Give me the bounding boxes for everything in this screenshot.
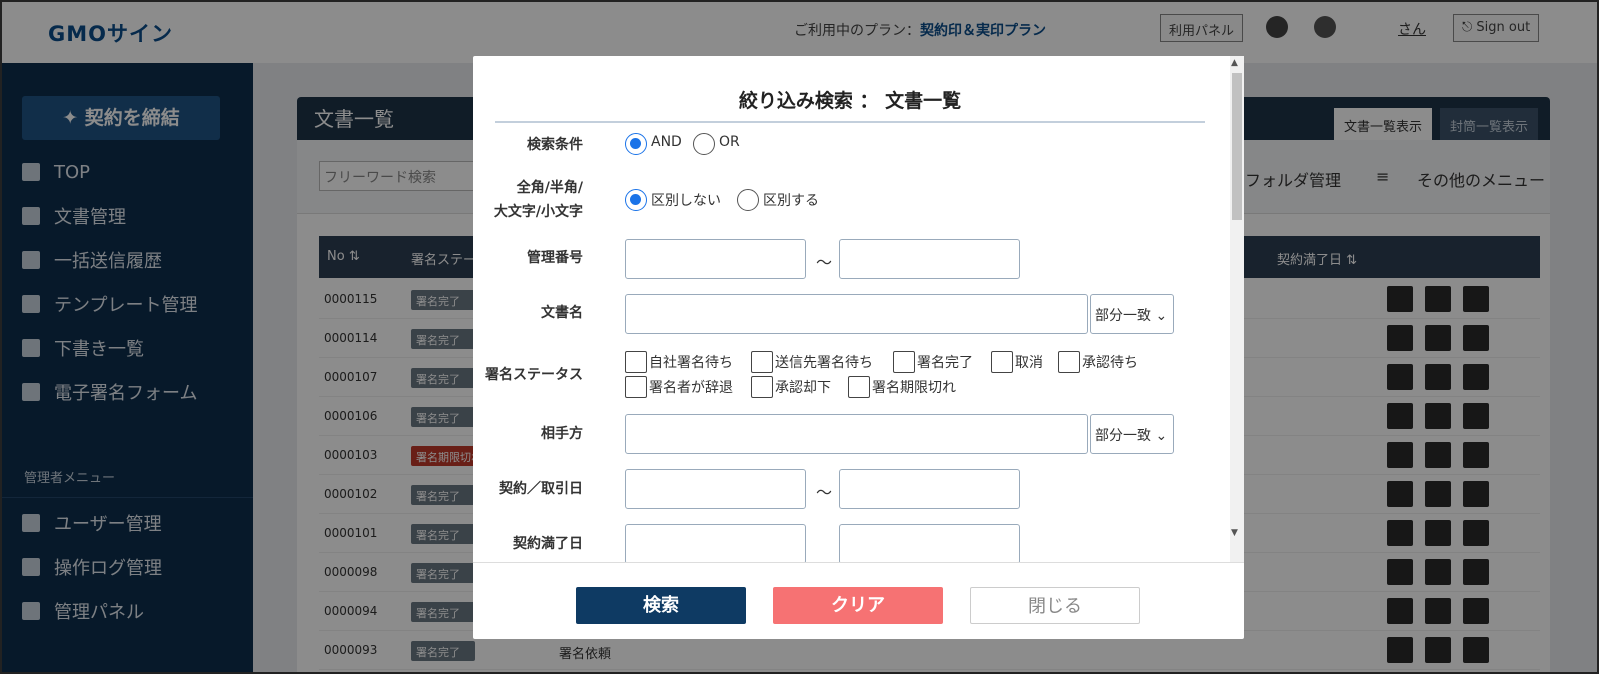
sign-status-label: 署名ステータス — [485, 367, 583, 383]
checkbox-label: 署名者が辞退 — [649, 380, 733, 396]
partner-input[interactable] — [625, 414, 1088, 454]
filter-search-modal: 絞り込み検索 ： 文書一覧 検索条件 AND OR 全角/半角/ 大文字/小文字… — [473, 56, 1244, 639]
search-button[interactable]: 検索 — [576, 587, 746, 624]
partner-label: 相手方 — [541, 426, 583, 442]
radio-distinguish[interactable] — [737, 189, 759, 211]
modal-footer: 検索 クリア 閉じる — [473, 562, 1244, 639]
contract-date-to-input[interactable] — [839, 469, 1020, 509]
modal-scroll-area: 絞り込み検索 ： 文書一覧 検索条件 AND OR 全角/半角/ 大文字/小文字… — [473, 56, 1244, 562]
checkbox-approval-rejected[interactable] — [751, 376, 773, 398]
manage-no-from-input[interactable] — [625, 239, 806, 279]
expiry-date-to-input[interactable] — [839, 524, 1020, 562]
checkbox-recipient-sign-pending[interactable] — [751, 351, 773, 373]
checkbox-label: 自社署名待ち — [649, 355, 733, 371]
radio-or[interactable] — [693, 133, 715, 155]
width-case-label-line1: 全角/半角/ — [516, 180, 583, 196]
radio-or-label: OR — [719, 134, 740, 150]
match-select-value: 部分一致 — [1095, 308, 1151, 324]
checkbox-approval-pending[interactable] — [1058, 351, 1080, 373]
modal-title-divider — [495, 121, 1205, 123]
match-select-value: 部分一致 — [1095, 428, 1151, 444]
close-button[interactable]: 閉じる — [970, 587, 1140, 624]
checkbox-cancelled[interactable] — [991, 351, 1013, 373]
scroll-up-arrow-icon[interactable]: ▲ — [1231, 58, 1238, 68]
checkbox-label: 署名期限切れ — [872, 380, 956, 396]
manage-no-to-input[interactable] — [839, 239, 1020, 279]
scroll-down-arrow-icon[interactable]: ▼ — [1231, 528, 1238, 538]
checkbox-signer-declined[interactable] — [625, 376, 647, 398]
checkbox-sign-expired[interactable] — [848, 376, 870, 398]
range-tilde: ～ — [816, 483, 833, 502]
expiry-date-label: 契約満了日 — [513, 536, 583, 552]
clear-button[interactable]: クリア — [773, 587, 943, 624]
partner-match-select[interactable]: 部分一致 ⌄ — [1090, 414, 1174, 454]
checkbox-label: 取消 — [1015, 355, 1043, 371]
doc-name-label: 文書名 — [541, 305, 583, 321]
checkbox-sign-complete[interactable] — [893, 351, 915, 373]
condition-label: 検索条件 — [527, 137, 583, 153]
radio-no-distinguish-label: 区別しない — [651, 193, 721, 209]
expiry-date-from-input[interactable] — [625, 524, 806, 562]
contract-date-label: 契約／取引日 — [499, 481, 583, 497]
modal-scrollbar-thumb[interactable] — [1232, 73, 1242, 220]
range-tilde: ～ — [816, 253, 833, 272]
radio-and-label: AND — [651, 134, 682, 150]
doc-name-input[interactable] — [625, 294, 1088, 334]
radio-and[interactable] — [625, 133, 647, 155]
doc-name-match-select[interactable]: 部分一致 ⌄ — [1090, 294, 1174, 334]
radio-no-distinguish[interactable] — [625, 189, 647, 211]
checkbox-own-sign-pending[interactable] — [625, 351, 647, 373]
width-case-label-line2: 大文字/小文字 — [493, 204, 583, 220]
checkbox-label: 送信先署名待ち — [775, 355, 873, 371]
modal-title: 絞り込み検索 ： 文書一覧 — [738, 90, 962, 112]
contract-date-from-input[interactable] — [625, 469, 806, 509]
checkbox-label: 承認待ち — [1082, 355, 1138, 371]
manage-no-label: 管理番号 — [527, 250, 583, 266]
radio-distinguish-label: 区別する — [763, 193, 819, 209]
checkbox-label: 承認却下 — [775, 380, 831, 396]
checkbox-label: 署名完了 — [917, 355, 973, 371]
